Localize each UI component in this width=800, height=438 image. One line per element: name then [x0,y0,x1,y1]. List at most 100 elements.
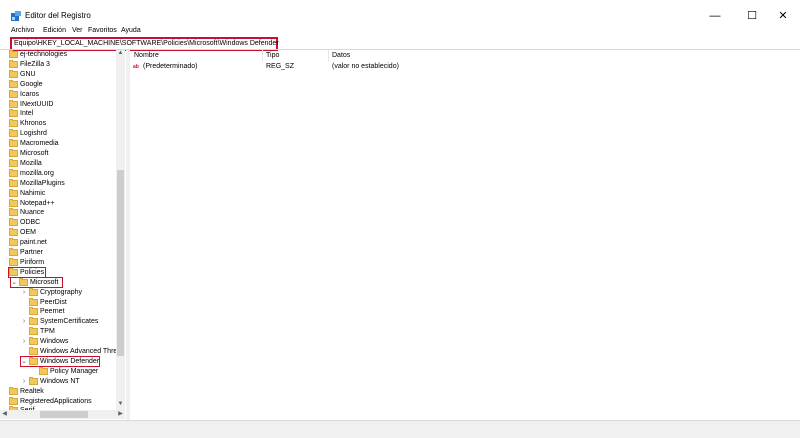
tree-item-label: ODBC [20,219,41,227]
tree-item[interactable]: Nuance [0,208,116,218]
column-separator[interactable] [328,50,329,62]
scroll-left-icon[interactable]: ◀ [0,410,9,419]
tree-item[interactable]: › Cryptography [0,287,116,298]
values-list-header: Nombre Tipo Datos [130,50,800,62]
tree-item[interactable]: OEM [0,228,116,238]
folder-icon [9,188,18,197]
menu-ayuda[interactable]: Ayuda [121,27,141,34]
registry-key-tree[interactable]: ej-technologies FileZilla 3 GNU Google Icaro… [0,50,116,410]
tree-item[interactable]: RegisteredApplications [0,396,116,407]
tree-vertical-scrollbar[interactable]: ▲ ▼ [116,50,125,410]
tree-item-label: mozilla.org [20,169,54,177]
folder-icon [9,198,18,207]
folder-icon [9,208,18,217]
tree-item[interactable]: Partner [0,248,116,258]
tree-item[interactable]: FileZilla 3 [0,59,116,70]
tree-horizontal-scrollbar[interactable]: ◀ ▶ [0,410,125,419]
folder-icon [29,307,38,316]
table-row[interactable]: ab (Predeterminado) REG_SZ (valor no est… [130,62,800,72]
tree-item-label: PeerDist [40,298,67,306]
tree-item[interactable]: Nahimic [0,188,116,199]
tree-item[interactable]: ODBC [0,218,116,228]
tree-item[interactable]: Intel [0,109,116,119]
tree-item[interactable]: ej-technologies [0,50,116,60]
tree-item-label: Mozilla [20,159,42,167]
scroll-thumb-horizontal[interactable] [40,411,88,418]
tree-item[interactable]: › Windows NT [0,376,116,387]
folder-icon [9,99,18,108]
folder-icon [9,396,18,405]
folder-icon [29,347,38,355]
pane-splitter[interactable] [126,50,130,420]
tree-item-label: FileZilla 3 [20,60,50,68]
tree-item[interactable]: INextUUID [0,99,116,110]
folder-icon [9,149,18,157]
tree-item-label: ej-technologies [20,51,68,58]
collapsed-chevron-icon[interactable]: › [21,337,27,347]
scroll-up-icon[interactable]: ▲ [116,50,125,59]
tree-item-label: TPM [40,328,55,336]
column-tipo[interactable]: Tipo [266,52,279,59]
close-button[interactable]: ✕ [768,6,798,26]
value-type: REG_SZ [266,63,295,70]
scroll-thumb[interactable] [117,170,124,356]
tree-item[interactable]: Macromedia [0,139,116,149]
tree-item[interactable]: Peernet [0,307,116,317]
menu-favoritos[interactable]: Favoritos [88,27,117,34]
tree-item-label: Windows NT [40,377,80,385]
tree-item[interactable]: TPM [0,327,116,337]
tree-item[interactable]: Notepad++ [0,198,116,209]
tree-item[interactable]: mozilla.org [0,168,116,179]
folder-icon [9,158,18,167]
tree-item[interactable]: Realtek [0,386,116,397]
minimize-button[interactable]: — [700,6,730,26]
string-value-icon: ab [133,64,139,70]
tree-item[interactable]: Mozilla [0,158,116,169]
tree-item[interactable]: Google [0,79,116,90]
tree-item[interactable]: Icaros [0,89,116,100]
menu-bar: Archivo Edición Ver Favoritos Ayuda [0,26,800,37]
collapsed-chevron-icon[interactable]: › [21,288,27,298]
maximize-button[interactable]: ☐ [737,6,767,26]
column-nombre[interactable]: Nombre [134,52,159,59]
folder-icon [9,248,18,256]
tree-item[interactable]: Logishrd [0,129,116,139]
folder-icon [9,59,18,68]
folder-icon [9,257,18,266]
scroll-right-icon[interactable]: ▶ [116,410,125,419]
folder-icon [29,317,38,326]
tree-item[interactable]: Khronos [0,119,116,129]
window-controls: — ☐ ✕ [700,6,800,26]
tree-item[interactable]: GNU [0,69,116,80]
tree-item[interactable]: Microsoft [0,149,116,159]
tree-item-label: Khronos [20,120,47,128]
tree-item-label: OEM [20,229,36,237]
registry-editor-icon [11,11,21,21]
tree-item-label: Nuance [20,209,45,217]
title-bar: Editor del Registro — ☐ ✕ [0,0,800,26]
collapsed-chevron-icon[interactable]: › [21,317,27,327]
tree-item[interactable]: › SystemCertificates [0,317,116,327]
folder-icon [9,218,18,227]
tree-item[interactable]: MozillaPlugins [0,178,116,189]
column-separator[interactable] [262,50,263,62]
tree-item-label: Nahimic [20,189,46,197]
tree-item[interactable]: paint.net [0,238,116,248]
folder-icon [9,238,18,247]
tree-item-label: Cryptography [40,288,83,296]
folder-icon [9,228,18,237]
menu-ver[interactable]: Ver [72,27,83,34]
tree-item[interactable]: PeerDist [0,297,116,308]
tree-item[interactable]: Policy Manager [0,366,116,377]
collapsed-chevron-icon[interactable]: › [21,377,27,387]
scroll-down-icon[interactable]: ▼ [116,401,125,410]
tree-item-label: GNU [20,70,36,78]
folder-icon [9,69,18,78]
tree-item[interactable]: › Windows [0,337,116,347]
tree-item-label: Notepad++ [20,199,55,207]
column-datos[interactable]: Datos [332,52,350,59]
menu-edicion[interactable]: Edición [43,27,66,34]
menu-archivo[interactable]: Archivo [11,27,34,34]
tree-item-label: Partner [20,249,43,256]
folder-icon [9,119,18,128]
